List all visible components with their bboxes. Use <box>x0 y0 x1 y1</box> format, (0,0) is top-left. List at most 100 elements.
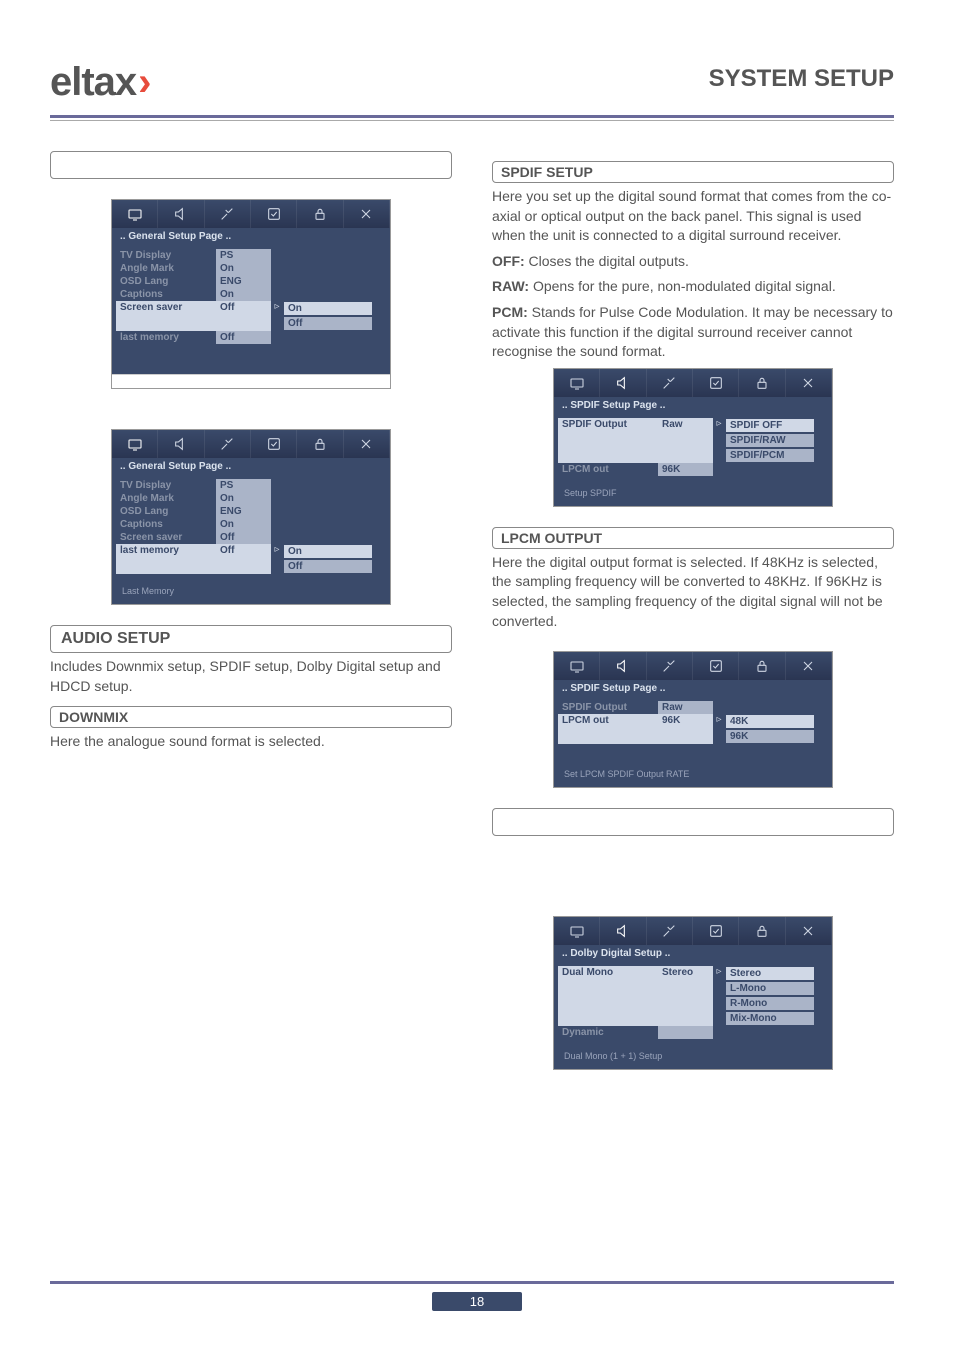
empty-section-box <box>50 151 452 179</box>
tools-icon[interactable] <box>205 430 251 458</box>
audio-setup-heading: AUDIO SETUP <box>50 625 452 653</box>
chevron-right-icon: ▹ <box>271 544 283 574</box>
submenu-on[interactable]: On <box>283 544 373 559</box>
osd-spdif-output: .. SPDIF Setup Page .. SPDIF OutputRaw ▹… <box>553 368 833 507</box>
page-title: SYSTEM SETUP <box>709 65 894 93</box>
osd-title: .. SPDIF Setup Page .. <box>554 397 832 414</box>
check-icon[interactable] <box>693 369 739 397</box>
lock-icon[interactable] <box>739 369 785 397</box>
spdif-off: OFF: Closes the digital outputs. <box>492 252 894 272</box>
osd-title: .. General Setup Page .. <box>112 228 390 245</box>
speaker-icon[interactable] <box>158 430 204 458</box>
submenu-spdif-pcm[interactable]: SPDIF/PCM <box>725 448 815 463</box>
lpcm-text: Here the digital output format is select… <box>492 553 894 631</box>
tv-icon[interactable] <box>554 652 600 680</box>
spdif-raw: RAW: Opens for the pure, non-modulated d… <box>492 277 894 297</box>
menu-item-lpcm-out[interactable]: LPCM out96K <box>558 463 828 476</box>
submenu-off[interactable]: Off <box>283 316 373 331</box>
lock-icon[interactable] <box>297 200 343 228</box>
lpcm-output-heading: LPCM OUTPUT <box>492 527 894 549</box>
osd-general-lastmemory: .. General Setup Page .. TV DisplayPS An… <box>111 429 391 605</box>
spdif-intro: Here you set up the digital sound format… <box>492 187 894 246</box>
submenu-spdif-raw[interactable]: SPDIF/RAW <box>725 433 815 448</box>
close-icon[interactable] <box>786 369 832 397</box>
empty-section-box <box>492 808 894 836</box>
tv-icon[interactable] <box>554 369 600 397</box>
menu-item-screen-saver[interactable]: Screen saverOff ▹ On Off <box>116 301 386 331</box>
tools-icon[interactable] <box>647 917 693 945</box>
osd-tab-row <box>112 430 390 458</box>
osd-dolby-digital: .. Dolby Digital Setup .. Dual MonoStere… <box>553 916 833 1070</box>
submenu-off[interactable]: Off <box>283 559 373 574</box>
menu-item-angle-mark[interactable]: Angle MarkOn <box>116 492 386 505</box>
downmix-heading: DOWNMIX <box>50 706 452 728</box>
menu-item-dual-mono[interactable]: Dual MonoStereo ▹ Stereo L-Mono R-Mono M… <box>558 966 828 1026</box>
osd-title: .. SPDIF Setup Page .. <box>554 680 832 697</box>
osd-general-screensaver: .. General Setup Page .. TV DisplayPS An… <box>111 199 391 389</box>
page-footer: 18 <box>0 1281 954 1311</box>
header-rule <box>50 115 894 118</box>
tv-icon[interactable] <box>554 917 600 945</box>
lock-icon[interactable] <box>739 917 785 945</box>
osd-lpcm-out: .. SPDIF Setup Page .. SPDIF OutputRaw L… <box>553 651 833 788</box>
submenu-96k[interactable]: 96K <box>725 729 815 744</box>
menu-item-dynamic[interactable]: Dynamic <box>558 1026 828 1039</box>
downmix-text: Here the analogue sound format is select… <box>50 732 452 752</box>
submenu-48k[interactable]: 48K <box>725 714 815 729</box>
tv-icon[interactable] <box>112 430 158 458</box>
check-icon[interactable] <box>693 652 739 680</box>
menu-item-captions[interactable]: CaptionsOn <box>116 518 386 531</box>
lock-icon[interactable] <box>739 652 785 680</box>
close-icon[interactable] <box>786 917 832 945</box>
spdif-pcm: PCM: Stands for Pulse Code Modulation. I… <box>492 303 894 362</box>
chevron-right-icon: ▹ <box>271 301 283 331</box>
menu-item-osd-lang[interactable]: OSD LangENG <box>116 505 386 518</box>
submenu-mixmono[interactable]: Mix-Mono <box>725 1011 815 1026</box>
audio-setup-text: Includes Downmix setup, SPDIF setup, Dol… <box>50 657 452 696</box>
menu-item-lpcm-out[interactable]: LPCM out96K ▹ 48K 96K <box>558 714 828 744</box>
menu-item-tv-display[interactable]: TV DisplayPS <box>116 479 386 492</box>
submenu-on[interactable]: On <box>283 301 373 316</box>
osd-hint: Dual Mono (1 + 1) Setup <box>558 1047 668 1065</box>
osd-title: .. Dolby Digital Setup .. <box>554 945 832 962</box>
check-icon[interactable] <box>693 917 739 945</box>
chevron-right-icon: ▹ <box>713 966 725 1026</box>
page-number: 18 <box>432 1292 522 1311</box>
osd-tab-row <box>112 200 390 228</box>
close-icon[interactable] <box>344 200 390 228</box>
menu-item-last-memory[interactable]: last memoryOff <box>116 331 386 344</box>
submenu-stereo[interactable]: Stereo <box>725 966 815 981</box>
speaker-icon[interactable] <box>600 369 646 397</box>
submenu-spdif-off[interactable]: SPDIF OFF <box>725 418 815 433</box>
osd-hint: Last Memory <box>116 582 180 600</box>
submenu-rmono[interactable]: R-Mono <box>725 996 815 1011</box>
chevron-right-icon: ▹ <box>713 714 725 744</box>
speaker-icon[interactable] <box>600 917 646 945</box>
chevron-right-icon: ▹ <box>713 418 725 463</box>
tools-icon[interactable] <box>205 200 251 228</box>
menu-item-spdif-output[interactable]: SPDIF OutputRaw <box>558 701 828 714</box>
submenu-lmono[interactable]: L-Mono <box>725 981 815 996</box>
check-icon[interactable] <box>251 200 297 228</box>
osd-hint: Set LPCM SPDIF Output RATE <box>558 765 695 783</box>
osd-hint: Setup SPDIF <box>558 484 623 502</box>
close-icon[interactable] <box>344 430 390 458</box>
tools-icon[interactable] <box>647 369 693 397</box>
menu-item-screen-saver[interactable]: Screen saverOff <box>116 531 386 544</box>
lock-icon[interactable] <box>297 430 343 458</box>
check-icon[interactable] <box>251 430 297 458</box>
tools-icon[interactable] <box>647 652 693 680</box>
close-icon[interactable] <box>786 652 832 680</box>
brand-accent-icon: › <box>138 60 150 104</box>
menu-item-captions[interactable]: CaptionsOn <box>116 288 386 301</box>
speaker-icon[interactable] <box>158 200 204 228</box>
header-rule-thin <box>50 120 894 121</box>
tv-icon[interactable] <box>112 200 158 228</box>
menu-item-tv-display[interactable]: TV DisplayPS <box>116 249 386 262</box>
speaker-icon[interactable] <box>600 652 646 680</box>
spdif-setup-heading: SPDIF SETUP <box>492 161 894 183</box>
menu-item-angle-mark[interactable]: Angle MarkOn <box>116 262 386 275</box>
menu-item-last-memory[interactable]: last memoryOff ▹ On Off <box>116 544 386 574</box>
menu-item-osd-lang[interactable]: OSD LangENG <box>116 275 386 288</box>
menu-item-spdif-output[interactable]: SPDIF OutputRaw ▹ SPDIF OFF SPDIF/RAW SP… <box>558 418 828 463</box>
